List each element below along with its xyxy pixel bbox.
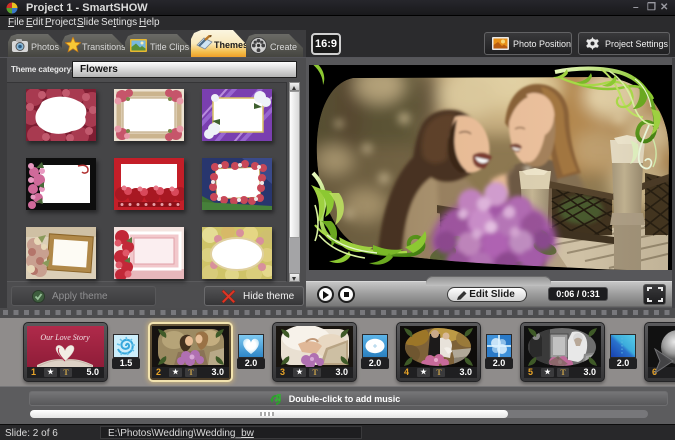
svg-text:Our Love Story: Our Love Story — [40, 333, 90, 342]
